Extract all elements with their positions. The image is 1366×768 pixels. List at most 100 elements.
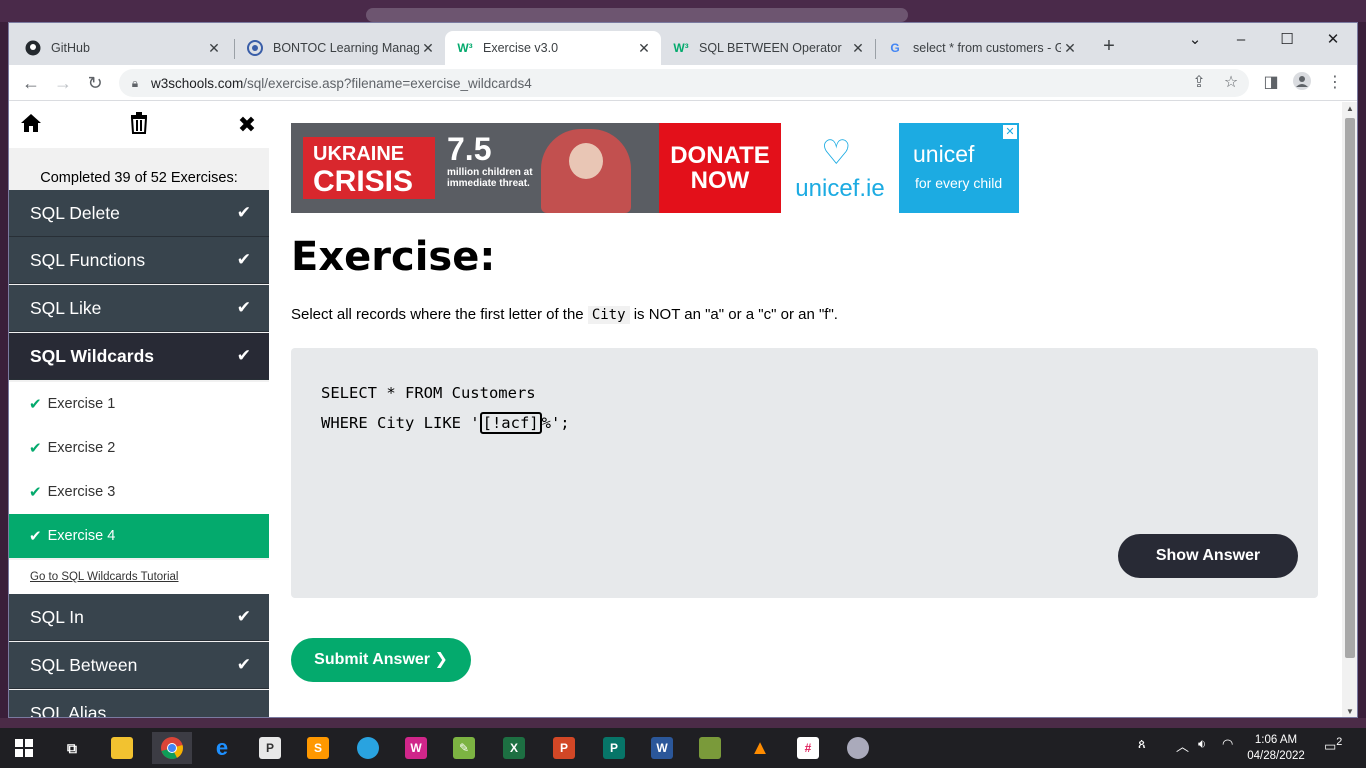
sidebar-toolbar: ✖: [9, 102, 269, 148]
close-icon[interactable]: ✕: [635, 40, 653, 57]
sidebar-category-sql-wildcards[interactable]: SQL Wildcards ✔: [9, 333, 269, 380]
new-tab-button[interactable]: +: [1099, 35, 1119, 59]
tab-title: GitHub: [51, 41, 90, 55]
answer-input[interactable]: [!acf]: [479, 412, 542, 434]
checkmark-icon: ✔: [236, 203, 251, 222]
editor-icon[interactable]: ✎: [444, 732, 484, 764]
tab-sql-between[interactable]: W³ SQL BETWEEN Operator ✕: [661, 31, 875, 65]
ad-donate-button[interactable]: DONATE NOW: [659, 123, 781, 213]
tab-bontoc[interactable]: BONTOC Learning Managem ✕: [235, 31, 445, 65]
minimize-button[interactable]: –: [1218, 27, 1264, 53]
close-icon[interactable]: ✕: [849, 40, 867, 57]
scroll-thumb[interactable]: [1345, 118, 1355, 658]
page-content: ✖ Completed 39 of 52 Exercises: SQL Dele…: [9, 102, 1342, 717]
close-icon[interactable]: ✕: [419, 40, 437, 57]
code-box: SELECT * FROM Customers WHERE City LIKE …: [291, 348, 1318, 598]
ad-unicef-logo-panel: unicef for every child ✕: [899, 123, 1019, 213]
tab-github[interactable]: GitHub ✕: [13, 31, 231, 65]
sidebar-exercise-1[interactable]: ✔ Exercise 1: [9, 382, 269, 426]
word-icon[interactable]: W: [642, 732, 682, 764]
lms-icon: [247, 40, 263, 56]
code-line-1: SELECT * FROM Customers: [321, 384, 536, 402]
trash-icon[interactable]: [126, 112, 152, 138]
tab-exercise[interactable]: W³ Exercise v3.0 ✕: [445, 31, 661, 65]
scroll-up-icon[interactable]: ▲: [1342, 102, 1357, 116]
sidebar-category-sql-like[interactable]: SQL Like ✔: [9, 285, 269, 332]
ad-text: UKRAINE: [313, 143, 405, 165]
forward-arrow-icon[interactable]: →: [51, 71, 75, 95]
excel-icon[interactable]: X: [494, 732, 534, 764]
publisher-icon[interactable]: P: [594, 732, 634, 764]
tab-google[interactable]: G select * from customers - Go ✕: [875, 31, 1087, 65]
lock-icon: 🔒︎: [131, 75, 139, 90]
chevron-up-icon[interactable]: ︿: [1176, 736, 1189, 755]
pdf-icon[interactable]: P: [250, 732, 290, 764]
close-window-button[interactable]: ✕: [1310, 27, 1356, 53]
submit-answer-button[interactable]: Submit Answer ❯: [291, 638, 471, 682]
category-label: SQL In: [30, 606, 84, 627]
tab-title: SQL BETWEEN Operator: [699, 41, 842, 55]
reload-icon[interactable]: ↻: [83, 71, 107, 95]
sidebar-exercise-3[interactable]: ✔ Exercise 3: [9, 470, 269, 514]
close-icon[interactable]: ✖: [234, 112, 260, 138]
side-panel-icon[interactable]: ◨: [1259, 71, 1283, 95]
checkmark-icon: ✔: [236, 346, 251, 365]
task-view-icon[interactable]: ⧉: [52, 732, 92, 764]
wifi-icon[interactable]: ◠: [1222, 736, 1233, 752]
profile-icon[interactable]: [1290, 71, 1314, 95]
wamp-icon[interactable]: W: [396, 732, 436, 764]
ad-text: DONATE: [670, 142, 770, 169]
tab-title: Exercise v3.0: [483, 41, 559, 55]
scroll-down-icon[interactable]: ▼: [1342, 705, 1357, 717]
close-icon[interactable]: ✕: [1061, 40, 1079, 57]
notification-icon[interactable]: ▭2: [1324, 736, 1342, 754]
maximize-button[interactable]: ☐: [1264, 27, 1310, 53]
tutorial-link[interactable]: Go to SQL Wildcards Tutorial: [9, 560, 269, 594]
category-label: SQL Between: [30, 654, 138, 675]
sidebar-exercise-2[interactable]: ✔ Exercise 2: [9, 426, 269, 470]
sidebar-category-sql-between[interactable]: SQL Between ✔: [9, 642, 269, 689]
paint-icon[interactable]: [838, 732, 878, 764]
home-icon[interactable]: [18, 112, 44, 138]
ad-number: 7.5: [447, 131, 492, 167]
file-explorer-icon[interactable]: [102, 732, 142, 764]
w3schools-icon: W³: [673, 41, 689, 55]
background-window-search: [366, 8, 908, 22]
url-text: w3schools.com/sql/exercise.asp?filename=…: [151, 75, 532, 91]
slack-icon[interactable]: #: [788, 732, 828, 764]
advertisement-banner[interactable]: UKRAINE CRISIS 7.5 million children at i…: [291, 123, 1019, 213]
sidebar-exercise-4[interactable]: ✔ Exercise 4: [9, 514, 269, 558]
category-label: SQL Functions: [30, 249, 146, 270]
windows-start-icon[interactable]: [4, 732, 44, 764]
sidebar-category-sql-delete[interactable]: SQL Delete ✔: [9, 190, 269, 237]
edge-icon[interactable]: e: [202, 732, 242, 764]
sublime-icon[interactable]: S: [298, 732, 338, 764]
app-icon[interactable]: [348, 732, 388, 764]
vlc-icon[interactable]: ▲: [740, 732, 780, 764]
sidebar-category-sql-in[interactable]: SQL In ✔: [9, 594, 269, 641]
checkmark-icon: ✔: [29, 440, 42, 457]
bookmark-star-icon[interactable]: ☆: [1219, 71, 1243, 95]
menu-kebab-icon[interactable]: ⋮: [1323, 71, 1347, 95]
clock[interactable]: 1:06 AM 04/28/2022: [1240, 732, 1312, 764]
ad-close-icon[interactable]: ✕: [1003, 125, 1017, 139]
tab-strip: GitHub ✕ BONTOC Learning Managem ✕ W³ Ex…: [9, 23, 1357, 65]
powerpoint-icon[interactable]: P: [544, 732, 584, 764]
checkmark-icon: ✔: [236, 298, 251, 317]
volume-icon[interactable]: 🔉︎: [1198, 736, 1206, 752]
clock-date: 04/28/2022: [1247, 750, 1305, 762]
app-icon[interactable]: [690, 732, 730, 764]
address-bar[interactable]: 🔒︎ w3schools.com/sql/exercise.asp?filena…: [119, 69, 1249, 97]
close-icon[interactable]: ✕: [205, 40, 223, 57]
vertical-scrollbar[interactable]: ▲ ▼: [1342, 102, 1357, 717]
tab-search-icon[interactable]: ⌄: [1172, 27, 1218, 53]
browser-toolbar: ← → ↻ 🔒︎ w3schools.com/sql/exercise.asp?…: [9, 65, 1357, 101]
page-title: Exercise:: [291, 234, 496, 280]
back-arrow-icon[interactable]: ←: [19, 71, 43, 95]
show-answer-button[interactable]: Show Answer: [1118, 534, 1298, 578]
share-icon[interactable]: ⇪: [1187, 71, 1211, 95]
sidebar-category-sql-alias[interactable]: SQL Alias: [9, 690, 269, 717]
chrome-icon[interactable]: [152, 732, 192, 764]
sidebar-category-sql-functions[interactable]: SQL Functions ✔: [9, 237, 269, 284]
people-icon[interactable]: ጰ: [1138, 736, 1146, 752]
